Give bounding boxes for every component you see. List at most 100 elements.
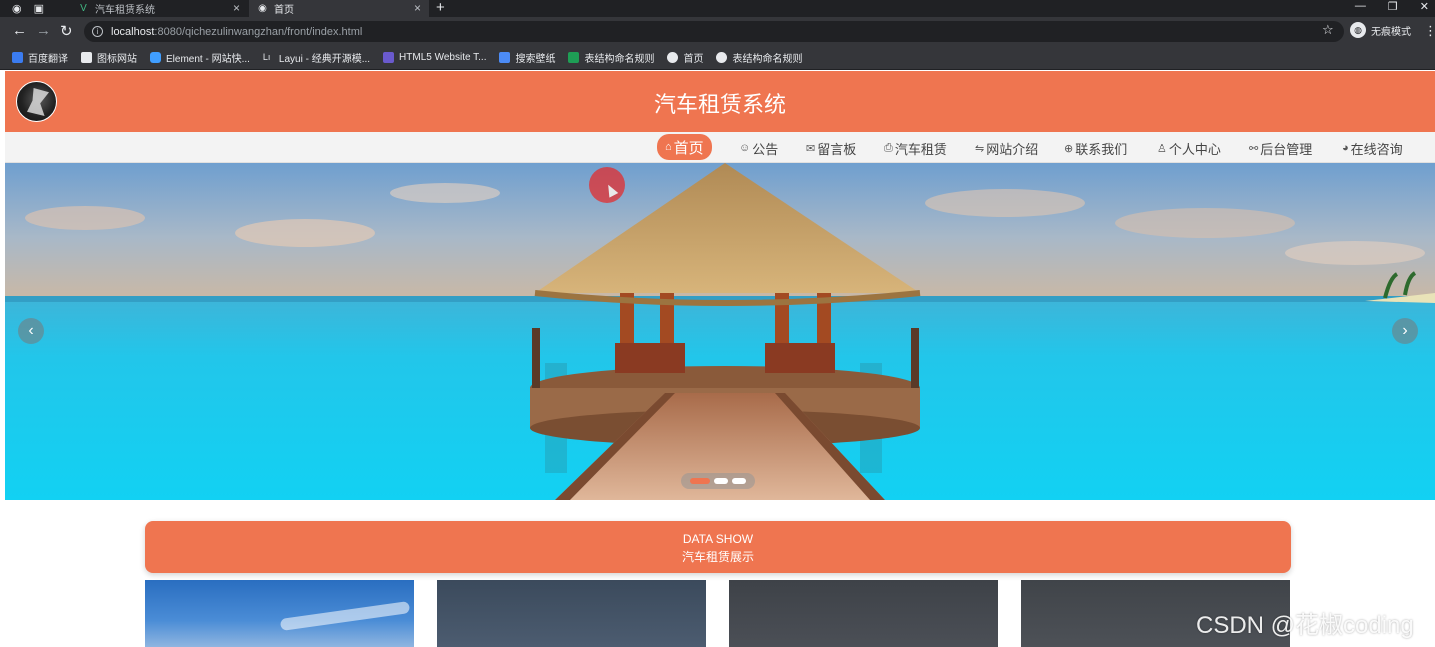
bookmark-item[interactable]: 表结构命名规则 <box>568 50 654 65</box>
carousel-dot[interactable] <box>690 478 710 484</box>
data-show-header: DATA SHOW 汽车租赁展示 <box>145 521 1291 573</box>
link-icon: ⚯ <box>1249 142 1259 155</box>
nav-item-admin[interactable]: ⚯ 后台管理 <box>1249 136 1312 160</box>
bookmark-label: 百度翻译 <box>28 53 68 65</box>
tab-title: 首页 <box>274 5 294 16</box>
flag-icon <box>81 51 92 63</box>
globe-icon: ⊕ <box>1064 142 1074 155</box>
more-menu-icon[interactable]: ⋮ <box>1424 23 1435 39</box>
cloud-decoration <box>279 601 411 631</box>
bookmark-item[interactable]: HTML5 Website T... <box>383 51 487 63</box>
main-navigation: ⌂ 首页 ☺ 公告 ✉ 留言板 ⎙ 汽车租赁 ⇋ 网站介绍 ⊕ 联系我们 ♙ 个人中心 ⚯ 后台… <box>5 132 1435 163</box>
carousel-indicators <box>681 473 755 489</box>
bookmark-item[interactable]: 首页 <box>667 50 703 65</box>
carousel-slide-image[interactable] <box>5 163 1435 500</box>
translate-icon <box>12 51 23 63</box>
close-icon[interactable]: × <box>233 1 240 15</box>
carousel-prev-button[interactable]: ‹ <box>18 318 44 344</box>
restore-icon[interactable]: ❐ <box>1388 0 1398 13</box>
watermark-text: CSDN @花椒coding <box>1196 612 1414 639</box>
window-icon[interactable]: ▣ <box>34 2 44 15</box>
browser-tab-strip: ◉ ▣ V 汽车租赁系统 × ◉ 首页 × + — ❐ ✕ <box>0 0 1435 17</box>
info-icon[interactable]: i <box>92 26 103 37</box>
incognito-indicator[interactable]: ◍ 无痕模式 <box>1350 22 1411 38</box>
window-controls: — ❐ ✕ <box>1355 0 1429 13</box>
bookmark-label: Element - 网站快... <box>166 53 250 65</box>
carousel-next-button[interactable]: › <box>1392 318 1418 344</box>
close-window-icon[interactable]: ✕ <box>1420 0 1429 13</box>
beach-hut-illustration <box>5 163 1435 500</box>
nav-item-announcement[interactable]: ☺ 公告 <box>739 136 778 160</box>
bookmark-label: 搜索壁纸 <box>515 53 556 65</box>
new-tab-button[interactable]: + <box>436 0 445 16</box>
home-icon: ⌂ <box>665 141 672 153</box>
globe-icon[interactable]: ◉ <box>12 2 22 15</box>
reload-icon[interactable]: ↻ <box>60 22 73 40</box>
globe-icon: ◉ <box>258 3 267 14</box>
url-path: :8080/qichezulinwangzhan/front/index.htm… <box>154 25 363 38</box>
bookmark-item[interactable]: 搜索壁纸 <box>499 50 555 65</box>
nav-item-contact[interactable]: ⊕ 联系我们 <box>1064 136 1127 160</box>
bookmark-label: 表结构命名规则 <box>732 53 803 65</box>
tab-strip-controls: ◉ ▣ <box>12 2 44 15</box>
address-bar[interactable]: i localhost:8080/qichezulinwangzhan/fron… <box>84 21 1344 42</box>
nav-item-home[interactable]: ⌂ 首页 <box>657 134 712 160</box>
nav-item-personal-center[interactable]: ♙ 个人中心 <box>1157 136 1221 160</box>
car-card-image[interactable] <box>145 580 414 647</box>
forward-arrow-icon[interactable]: → <box>36 22 51 39</box>
bookmark-item[interactable]: Element - 网站快... <box>150 50 250 65</box>
layui-logo-icon: Lı <box>262 51 271 62</box>
nav-label: 首页 <box>673 139 704 157</box>
nav-label: 留言板 <box>817 141 857 157</box>
globe-icon <box>667 51 679 63</box>
browser-tab-1[interactable]: V 汽车租赁系统 × <box>70 0 248 17</box>
back-arrow-icon[interactable]: ← <box>12 22 27 39</box>
sliders-icon: ⇋ <box>975 142 985 155</box>
chat-icon: ◕ <box>1342 142 1349 154</box>
nav-item-site-intro[interactable]: ⇋ 网站介绍 <box>975 136 1038 160</box>
data-show-title-cn: 汽车租赁展示 <box>681 550 754 564</box>
browser-tab-2[interactable]: ◉ 首页 × <box>249 0 429 17</box>
nav-label: 在线咨询 <box>1350 141 1403 157</box>
bookmark-item[interactable]: 表结构命名规则 <box>716 50 802 65</box>
bookmark-star-icon[interactable]: ☆ <box>1322 22 1334 38</box>
user-icon: ♙ <box>1157 142 1167 155</box>
bookmark-label: 图标网站 <box>97 53 137 65</box>
bookmark-item[interactable]: 图标网站 <box>81 50 137 65</box>
nav-label: 后台管理 <box>1260 141 1313 157</box>
html5-template-icon <box>383 51 395 63</box>
close-icon[interactable]: × <box>414 1 421 15</box>
printer-icon: ⎙ <box>884 141 893 154</box>
announcement-icon: ☺ <box>739 142 751 154</box>
nav-label: 汽车租赁 <box>894 141 947 157</box>
wallpaper-icon <box>499 51 511 63</box>
nav-item-online-consult[interactable]: ◕ 在线咨询 <box>1342 136 1403 160</box>
nav-item-car-rental[interactable]: ⎙ 汽车租赁 <box>884 136 947 160</box>
nav-label: 个人中心 <box>1168 141 1221 157</box>
url-host: localhost <box>111 25 155 38</box>
nav-label: 网站介绍 <box>986 141 1039 157</box>
browser-toolbar: ← → ↻ i localhost:8080/qichezulinwangzha… <box>0 17 1435 45</box>
spreadsheet-icon <box>568 51 580 63</box>
bookmarks-bar: 百度翻译 图标网站 Element - 网站快... Lı Layui - 经典开… <box>0 45 1435 70</box>
site-title: 汽车租赁系统 <box>653 92 786 117</box>
carousel-dot[interactable] <box>714 478 728 484</box>
carousel-dot[interactable] <box>732 478 746 484</box>
nav-item-message-board[interactable]: ✉ 留言板 <box>806 136 856 160</box>
nav-label: 联系我们 <box>1075 141 1128 157</box>
car-card-image[interactable] <box>437 580 706 647</box>
site-header: 汽车租赁系统 <box>5 71 1435 132</box>
nav-label: 公告 <box>752 141 779 157</box>
bookmark-label: 表结构命名规则 <box>584 53 655 65</box>
bookmark-label: HTML5 Website T... <box>399 51 487 63</box>
vue-logo-icon: V <box>80 3 87 14</box>
tab-title: 汽车租赁系统 <box>95 5 155 16</box>
bookmark-item[interactable]: Lı Layui - 经典开源模... <box>263 50 370 65</box>
globe-icon <box>716 51 728 63</box>
data-show-title-en: DATA SHOW <box>682 532 754 546</box>
car-card-image[interactable] <box>729 580 998 647</box>
element-logo-icon <box>150 51 161 63</box>
minimize-icon[interactable]: — <box>1355 0 1366 13</box>
bookmark-item[interactable]: 百度翻译 <box>12 50 68 65</box>
bookmark-label: Layui - 经典开源模... <box>278 53 371 65</box>
